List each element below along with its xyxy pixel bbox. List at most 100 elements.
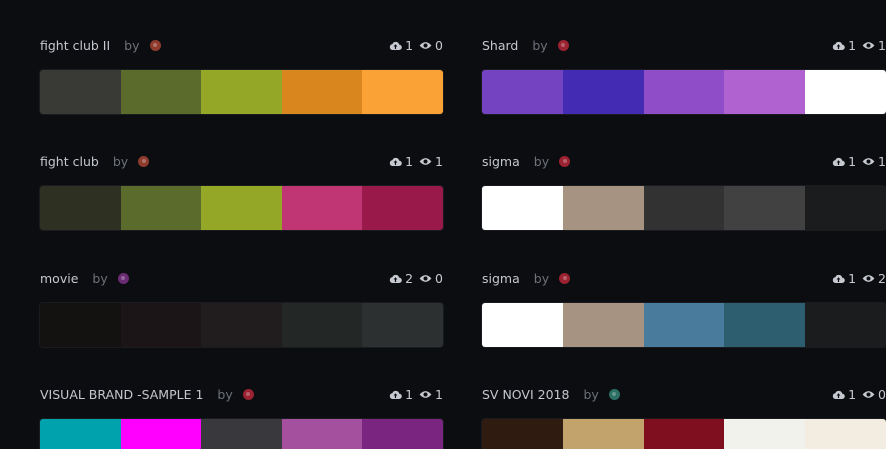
palette-swatches[interactable] — [482, 70, 886, 114]
palette-card[interactable]: fight club by 1 1 — [40, 152, 443, 230]
color-swatch[interactable] — [281, 419, 363, 449]
palette-stats: 1 1 — [832, 152, 886, 170]
palette-card[interactable]: sigma by 1 2 — [482, 269, 886, 347]
palette-swatches[interactable] — [40, 303, 443, 347]
color-swatch[interactable] — [120, 303, 202, 347]
color-swatch[interactable] — [805, 70, 886, 114]
palette-title[interactable]: movie — [40, 271, 78, 286]
color-swatch[interactable] — [362, 419, 443, 449]
color-swatch[interactable] — [120, 70, 202, 114]
palette-title[interactable]: SV NOVI 2018 — [482, 387, 569, 402]
color-swatch[interactable] — [362, 186, 443, 230]
color-swatch[interactable] — [643, 419, 725, 449]
author-avatar[interactable] — [242, 388, 254, 400]
color-swatch[interactable] — [482, 419, 563, 449]
palette-meta: fight club by 1 1 — [40, 152, 443, 170]
color-swatch[interactable] — [281, 70, 363, 114]
by-label: by — [533, 270, 550, 286]
eye-icon — [419, 274, 432, 283]
by-label: by — [92, 270, 108, 286]
upload-count: 1 — [405, 386, 414, 402]
color-swatch[interactable] — [562, 303, 644, 347]
upload-count: 2 — [405, 270, 414, 286]
author-avatar[interactable] — [559, 155, 571, 167]
view-count: 1 — [435, 153, 443, 169]
color-swatch[interactable] — [724, 303, 806, 347]
color-swatch[interactable] — [805, 419, 886, 449]
color-swatch[interactable] — [362, 303, 443, 347]
color-swatch[interactable] — [120, 419, 202, 449]
palette-stats: 1 0 — [389, 36, 443, 54]
by-label: by — [583, 386, 599, 402]
palette-card[interactable]: movie by 2 0 — [40, 269, 443, 347]
palette-swatches[interactable] — [482, 186, 886, 230]
palette-title[interactable]: fight club — [40, 154, 99, 169]
author-avatar[interactable] — [117, 272, 129, 284]
upload-count: 1 — [848, 386, 857, 402]
color-swatch[interactable] — [805, 186, 886, 230]
palette-title[interactable]: Shard — [482, 38, 518, 53]
palette-stats: 1 1 — [832, 36, 886, 54]
palette-title[interactable]: fight club II — [40, 38, 110, 53]
color-swatch[interactable] — [281, 303, 363, 347]
color-swatch[interactable] — [724, 186, 806, 230]
cloud-upload-icon — [389, 156, 402, 167]
color-swatch[interactable] — [562, 70, 644, 114]
palette-swatches[interactable] — [40, 186, 443, 230]
color-swatch[interactable] — [201, 186, 282, 230]
color-swatch[interactable] — [643, 303, 725, 347]
palette-card[interactable]: SV NOVI 2018 by 1 0 — [482, 385, 886, 449]
color-swatch[interactable] — [482, 303, 563, 347]
author-avatar[interactable] — [138, 155, 150, 167]
palette-meta: Shard by 1 1 — [482, 36, 886, 54]
color-swatch[interactable] — [40, 186, 121, 230]
palette-meta: sigma by 1 1 — [482, 152, 886, 170]
palette-card[interactable]: VISUAL BRAND -SAMPLE 1 by 1 1 — [40, 385, 443, 449]
color-swatch[interactable] — [120, 186, 202, 230]
eye-icon — [419, 157, 432, 166]
color-swatch[interactable] — [40, 419, 121, 449]
color-swatch[interactable] — [40, 70, 121, 114]
eye-icon — [419, 390, 432, 399]
upload-count: 1 — [848, 37, 857, 53]
palette-meta: VISUAL BRAND -SAMPLE 1 by 1 1 — [40, 385, 443, 403]
author-avatar[interactable] — [559, 272, 571, 284]
palette-swatches[interactable] — [40, 70, 443, 114]
color-swatch[interactable] — [562, 419, 644, 449]
color-swatch[interactable] — [362, 70, 443, 114]
color-swatch[interactable] — [482, 70, 563, 114]
palette-card[interactable]: Shard by 1 1 — [482, 36, 886, 114]
color-swatch[interactable] — [40, 303, 121, 347]
color-swatch[interactable] — [562, 186, 644, 230]
cloud-upload-icon — [389, 389, 402, 400]
palette-title[interactable]: VISUAL BRAND -SAMPLE 1 — [40, 387, 203, 402]
cloud-upload-icon — [832, 389, 845, 400]
color-swatch[interactable] — [643, 70, 725, 114]
palette-card[interactable]: fight club II by 1 0 — [40, 36, 443, 114]
palette-card[interactable]: sigma by 1 1 — [482, 152, 886, 230]
cloud-upload-icon — [832, 156, 845, 167]
color-swatch[interactable] — [281, 186, 363, 230]
author-avatar[interactable] — [149, 39, 161, 51]
color-swatch[interactable] — [201, 419, 282, 449]
color-swatch[interactable] — [805, 303, 886, 347]
palette-swatches[interactable] — [482, 303, 886, 347]
color-swatch[interactable] — [201, 303, 282, 347]
upload-count: 1 — [405, 153, 414, 169]
palette-stats: 1 2 — [832, 269, 886, 287]
color-swatch[interactable] — [724, 419, 806, 449]
palette-swatches[interactable] — [482, 419, 886, 449]
by-label: by — [112, 153, 129, 169]
palette-swatches[interactable] — [40, 419, 443, 449]
cloud-upload-icon — [832, 40, 845, 51]
color-swatch[interactable] — [201, 70, 282, 114]
color-swatch[interactable] — [482, 186, 563, 230]
palette-stats: 2 0 — [389, 269, 443, 287]
author-avatar[interactable] — [608, 388, 620, 400]
palette-stats: 1 1 — [389, 152, 443, 170]
color-swatch[interactable] — [643, 186, 725, 230]
palette-title[interactable]: sigma — [482, 154, 520, 169]
color-swatch[interactable] — [724, 70, 806, 114]
palette-title[interactable]: sigma — [482, 271, 520, 286]
author-avatar[interactable] — [557, 39, 569, 51]
